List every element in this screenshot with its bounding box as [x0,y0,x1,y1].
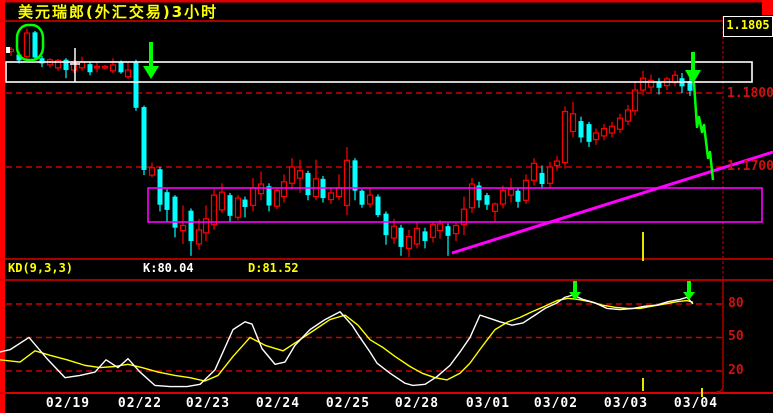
date-label-02-22: 02/22 [117,396,163,411]
kd-scale-label-50: 50 [728,329,744,345]
kd-scale-label-20: 20 [728,362,744,378]
kd-d-value: D:81.52 [248,261,299,275]
price-level-label-2: 1.1700 [727,159,773,174]
date-label-02-19: 02/19 [45,396,91,411]
date-label-03-04: 03/04 [673,396,719,411]
kd-oscillator-layer [0,294,694,388]
date-label-02-28: 02/28 [394,396,440,411]
date-label-02-25: 02/25 [325,396,371,411]
current-price-label: 1.1805 [723,16,773,37]
trading-chart-window: 美元瑞郎(外汇交易)3小时 1.1805 1.1800 1.1700 KD(9,… [0,0,773,413]
annotation-layer [5,23,773,397]
date-label-03-02: 03/02 [533,396,579,411]
date-label-02-23: 02/23 [185,396,231,411]
chart-title: 美元瑞郎(外汇交易)3小时 [18,3,219,21]
date-label-03-03: 03/03 [603,396,649,411]
candlestick-layer [7,28,693,258]
kd-scale-label-80: 80 [728,295,744,311]
kd-indicator-name: KD(9,3,3) [8,261,74,275]
price-level-label-1: 1.1800 [727,86,773,101]
chart-canvas[interactable] [0,0,773,413]
price-gridlines-layer [6,92,723,372]
date-label-02-24: 02/24 [255,396,301,411]
date-label-03-01: 03/01 [465,396,511,411]
kd-k-value: K:80.04 [143,261,194,275]
